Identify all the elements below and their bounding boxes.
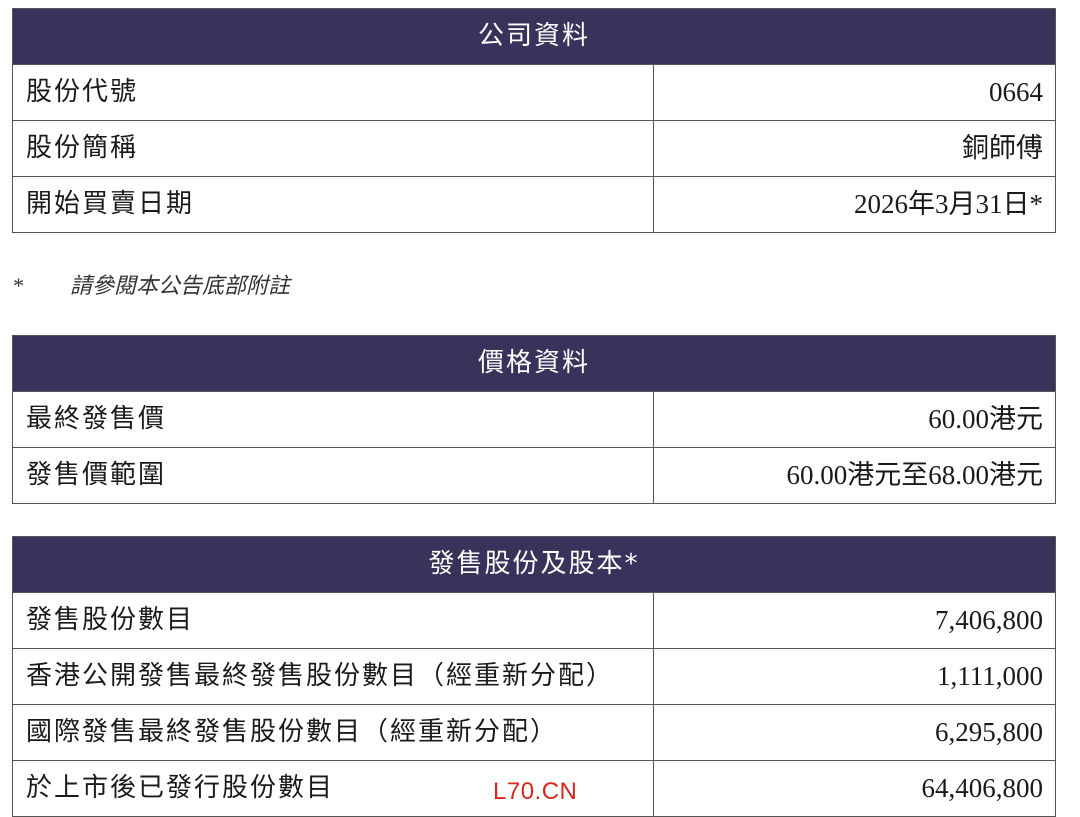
trading-start-date-value: 2026年3月31日*: [854, 189, 1043, 219]
table-row: 開始買賣日期 2026年3月31日*: [13, 176, 1055, 232]
table-row: 最終發售價 60.00港元: [13, 391, 1055, 447]
footnote-marker: *: [12, 273, 23, 298]
hk-public-offer-shares-value: 1,111,000: [937, 661, 1043, 691]
offer-price-range-value: 60.00港元至68.00港元: [786, 460, 1044, 490]
final-offer-price-label: 最終發售價: [13, 392, 654, 447]
stock-short-name-value: 銅師傅: [962, 133, 1043, 163]
table-row: 發售價範圍 60.00港元至68.00港元: [13, 447, 1055, 503]
issued-shares-after-listing-value: 64,406,800: [921, 773, 1044, 803]
watermark-text: L70.CN: [493, 778, 578, 805]
company-info-header: 公司資料: [13, 9, 1055, 64]
table-row: 國際發售最終發售股份數目（經重新分配） 6,295,800: [13, 704, 1055, 760]
offer-price-range-label: 發售價範圍: [13, 448, 654, 503]
offer-shares-header: 發售股份及股本*: [13, 537, 1055, 592]
table-row: 股份簡稱 銅師傅: [13, 120, 1055, 176]
stock-code-value: 0664: [989, 77, 1043, 107]
hk-public-offer-shares-label: 香港公開發售最終發售股份數目（經重新分配）: [13, 649, 654, 704]
offer-shares-table: 發售股份及股本* 發售股份數目 7,406,800 香港公開發售最終發售股份數目…: [12, 536, 1056, 817]
price-info-header: 價格資料: [13, 336, 1055, 391]
footnote: * 請參閱本公告底部附註: [12, 268, 290, 300]
international-offer-shares-value: 6,295,800: [935, 717, 1043, 747]
table-row: 股份代號 0664: [13, 64, 1055, 120]
stock-short-name-label: 股份簡稱: [13, 121, 654, 176]
final-offer-price-value: 60.00港元: [928, 404, 1043, 434]
stock-code-label: 股份代號: [13, 65, 654, 120]
offer-shares-count-label: 發售股份數目: [13, 593, 654, 648]
table-row: 發售股份數目 7,406,800: [13, 592, 1055, 648]
table-row: 香港公開發售最終發售股份數目（經重新分配） 1,111,000: [13, 648, 1055, 704]
offer-shares-count-value: 7,406,800: [935, 605, 1043, 635]
company-info-table: 公司資料 股份代號 0664 股份簡稱 銅師傅 開始買賣日期 2026年3月31…: [12, 8, 1056, 233]
footnote-text: 請參閱本公告底部附註: [70, 273, 291, 298]
trading-start-date-label: 開始買賣日期: [13, 177, 654, 232]
price-info-table: 價格資料 最終發售價 60.00港元 發售價範圍 60.00港元至68.00港元: [12, 335, 1056, 504]
international-offer-shares-label: 國際發售最終發售股份數目（經重新分配）: [13, 705, 654, 760]
